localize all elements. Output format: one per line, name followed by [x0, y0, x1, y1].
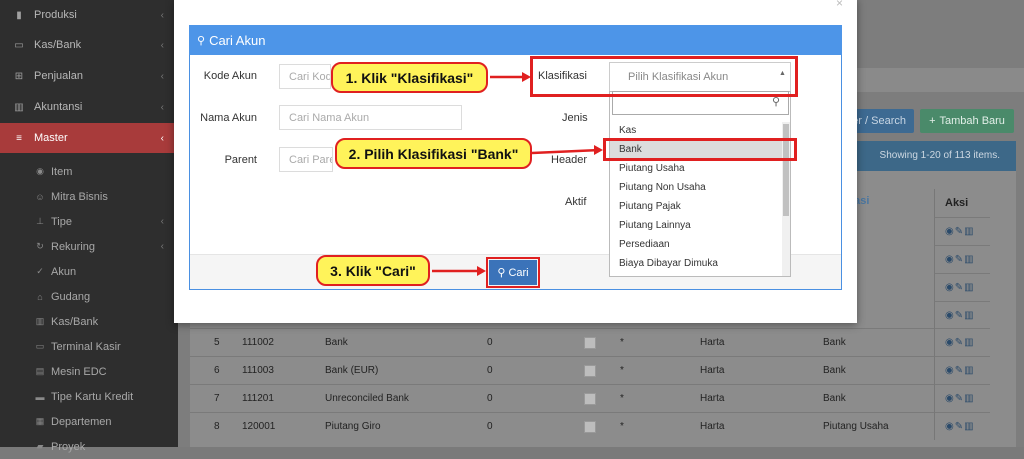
- callout-step-2: 2. Pilih Klasifikasi "Bank": [335, 138, 532, 169]
- arrowhead-1: [522, 72, 531, 82]
- arrowhead-3: [477, 266, 486, 276]
- callout-step-3: 3. Klik "Cari": [316, 255, 430, 286]
- callout-connectors: [432, 72, 603, 276]
- callout-step-1: 1. Klik "Klasifikasi": [331, 62, 488, 93]
- arrowhead-2: [594, 145, 603, 155]
- connector-2: [531, 148, 601, 155]
